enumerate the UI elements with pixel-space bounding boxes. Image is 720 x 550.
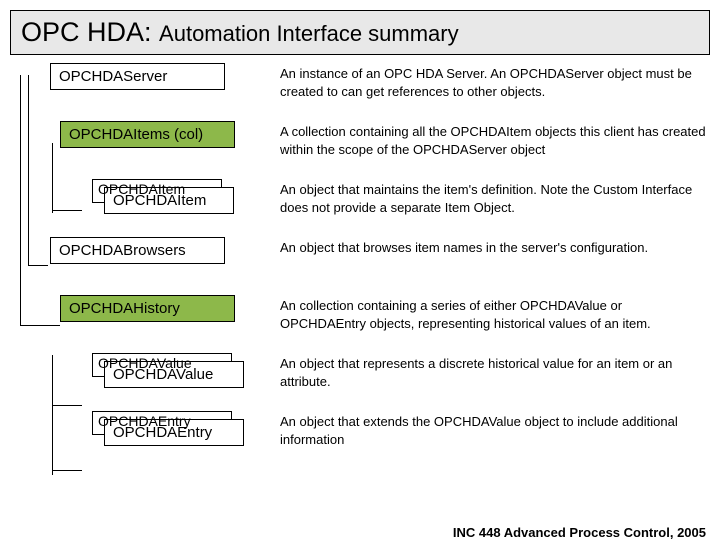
- diagram-row: OPCHDAItems (col) A collection containin…: [10, 121, 710, 165]
- node-desc: An object that represents a discrete his…: [280, 353, 710, 390]
- page-title: OPC HDA: Automation Interface summary: [10, 10, 710, 55]
- node-label: OPCHDABrowsers: [59, 242, 186, 259]
- diagram-row: OPCHDAEntry OPCHDAEntry An object that e…: [10, 411, 710, 455]
- title-sub: Automation Interface summary: [159, 21, 459, 46]
- node-back-label: OPCHDAValue: [98, 355, 192, 371]
- diagram-row: OPCHDABrowsers An object that browses it…: [10, 237, 710, 281]
- node-desc: An object that browses item names in the…: [280, 237, 710, 257]
- node-desc: An object that maintains the item's defi…: [280, 179, 710, 216]
- diagram-row: OPCHDAItem OPCHDAItem An object that mai…: [10, 179, 710, 223]
- diagram-row: OPCHDAServer An instance of an OPC HDA S…: [10, 63, 710, 107]
- diagram-row: OPCHDAHistory An collection containing a…: [10, 295, 710, 339]
- node-desc: An instance of an OPC HDA Server. An OPC…: [280, 63, 710, 100]
- node-desc: An object that extends the OPCHDAValue o…: [280, 411, 710, 448]
- node-opchdaitems: OPCHDAItems (col): [60, 121, 235, 148]
- title-main: OPC HDA:: [21, 17, 152, 47]
- diagram-row: OPCHDAValue OPCHDAValue An object that r…: [10, 353, 710, 397]
- tree-line: [52, 470, 82, 471]
- node-label: OPCHDAServer: [59, 68, 167, 85]
- node-opchdabrowsers: OPCHDABrowsers: [50, 237, 225, 264]
- node-label: OPCHDAHistory: [69, 300, 180, 317]
- node-opchdaserver: OPCHDAServer: [50, 63, 225, 90]
- footer-text: INC 448 Advanced Process Control, 2005: [453, 525, 706, 540]
- node-back-label: OPCHDAItem: [98, 181, 185, 197]
- tree-line: [52, 405, 82, 406]
- node-desc: A collection containing all the OPCHDAIt…: [280, 121, 710, 158]
- node-desc: An collection containing a series of eit…: [280, 295, 710, 332]
- diagram-area: OPCHDAServer An instance of an OPC HDA S…: [0, 55, 720, 455]
- node-label: OPCHDAItems (col): [69, 126, 203, 143]
- node-back-label: OPCHDAEntry: [98, 413, 191, 429]
- node-opchdahistory: OPCHDAHistory: [60, 295, 235, 322]
